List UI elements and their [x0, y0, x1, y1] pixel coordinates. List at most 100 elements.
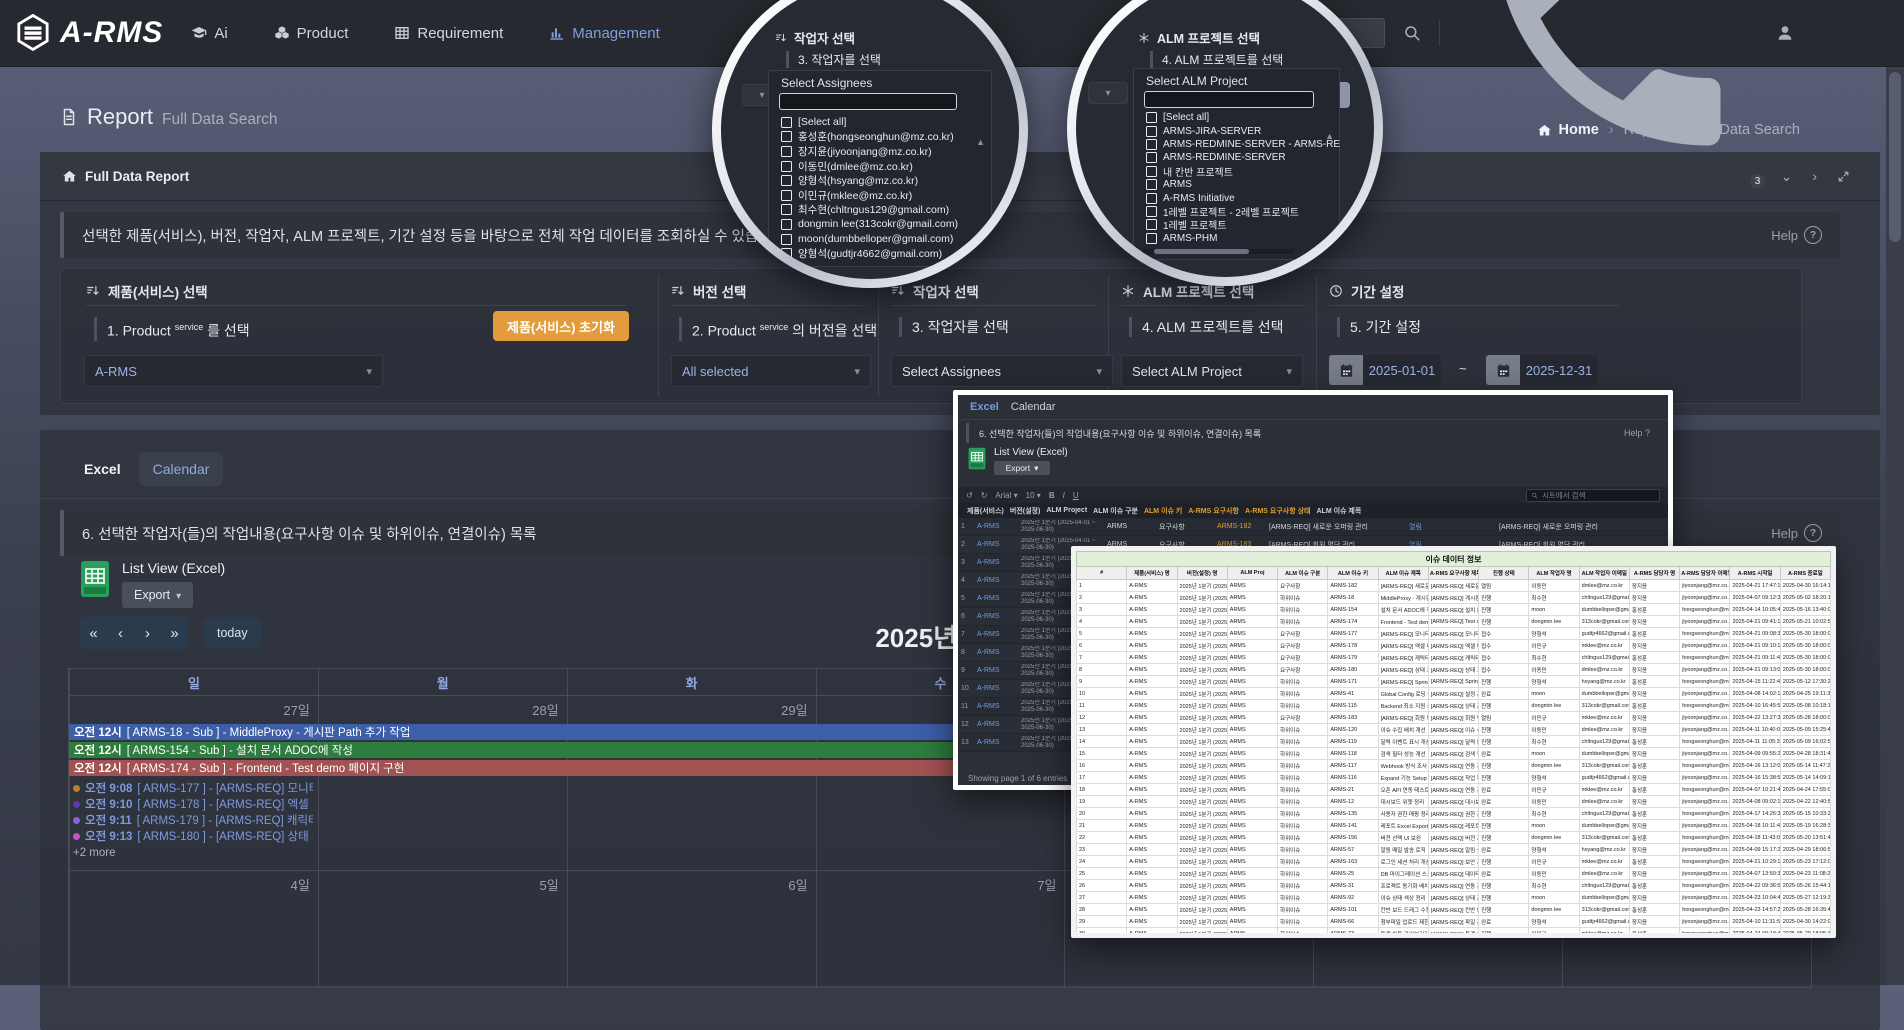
assignee-option[interactable]: 홍성훈(hongseonghun@mz.co.kr)	[781, 130, 958, 145]
scroll-up-icon[interactable]: ▲	[1325, 131, 1334, 141]
mini-help[interactable]: Help ?	[1624, 428, 1650, 438]
sheet-row[interactable]: 1A-RMS2025년 1분기 (2025-04-01 ~ 2025-06-30…	[1077, 580, 1831, 592]
assignee-option[interactable]: 장지윤(jiyoonjang@mz.co.kr)	[781, 144, 958, 159]
menu-item[interactable]: Ai	[191, 25, 227, 42]
sheet-row[interactable]: 6A-RMS2025년 1분기 (2025-04-01 ~ 2025-06-30…	[1077, 640, 1831, 652]
sheet-row[interactable]: 19A-RMS2025년 1분기 (2025-04-01 ~ 2025-06-3…	[1077, 796, 1831, 808]
calendar-event-item[interactable]: 오전 9:11 [ ARMS-179 ] - [ARMS-REQ] 캐릭터	[73, 812, 313, 828]
font-select[interactable]: Arial ▾	[995, 491, 1017, 500]
calendar-cell[interactable]: 7일	[816, 871, 1065, 987]
calendar-next-button[interactable]: ›	[134, 625, 161, 642]
help-button[interactable]: Help ?	[1771, 524, 1822, 542]
calendar-event-item[interactable]: 오전 9:08 [ ARMS-177 ] - [ARMS-REQ] 모니터링	[73, 780, 313, 796]
end-date-input[interactable]: 2025-12-31	[1486, 355, 1598, 385]
sheet-row[interactable]: 7A-RMS2025년 1분기 (2025-04-01 ~ 2025-06-30…	[1077, 652, 1831, 664]
alm-option[interactable]: A-RMS Initiative	[1146, 191, 1340, 204]
assignee-option[interactable]: 이동민(dmlee@mz.co.kr)	[781, 159, 958, 174]
sheet-row[interactable]: 25A-RMS2025년 1분기 (2025-04-01 ~ 2025-06-3…	[1077, 868, 1831, 880]
search-submit-icon[interactable]	[1403, 24, 1421, 42]
sheet-row[interactable]: 27A-RMS2025년 1분기 (2025-04-01 ~ 2025-06-3…	[1077, 892, 1831, 904]
calendar-first-button[interactable]: «	[80, 625, 107, 642]
today-button[interactable]: today	[204, 618, 261, 648]
assignee-option[interactable]: 이민규(mklee@mz.co.kr)	[781, 188, 958, 203]
alm-option[interactable]: 내 칸반 프로젝트	[1146, 165, 1340, 178]
expand-icon[interactable]	[1837, 170, 1850, 183]
menu-item[interactable]: Product	[274, 25, 349, 42]
alm-option[interactable]: ARMS-JIRA-SERVER	[1146, 124, 1340, 137]
sheet-row[interactable]: 17A-RMS2025년 1분기 (2025-04-01 ~ 2025-06-3…	[1077, 772, 1831, 784]
assignee-option[interactable]: moon(dumbbelloper@gmail.com)	[781, 232, 958, 247]
sheet-row[interactable]: 23A-RMS2025년 1분기 (2025-04-01 ~ 2025-06-3…	[1077, 844, 1831, 856]
alm-option[interactable]: [Select all]	[1146, 111, 1340, 124]
sheet-row[interactable]: 9A-RMS2025년 1분기 (2025-04-01 ~ 2025-06-30…	[1077, 676, 1831, 688]
alm-option[interactable]: ARMS-REDMINE-SERVER - ARMS-RE	[1146, 138, 1340, 151]
calendar-event-item[interactable]: 오전 9:10 [ ARMS-178 ] - [ARMS-REQ] 엑셀	[73, 796, 313, 812]
calendar-cell[interactable]: 29일	[567, 696, 816, 870]
calendar-cell[interactable]: 4일	[69, 871, 318, 987]
calendar-cell[interactable]: 28일	[318, 696, 567, 870]
page-scrollbar[interactable]	[1886, 66, 1904, 985]
redo-icon[interactable]: ↻	[981, 491, 988, 500]
sheet-row[interactable]: 18A-RMS2025년 1분기 (2025-04-01 ~ 2025-06-3…	[1077, 784, 1831, 796]
calendar-cell[interactable]: 5일	[318, 871, 567, 987]
sheet-row[interactable]: 30A-RMS2025년 1분기 (2025-04-01 ~ 2025-06-3…	[1077, 928, 1831, 939]
menu-item[interactable]: Management	[549, 25, 660, 42]
product-reset-button[interactable]: 제품(서비스) 초기화	[493, 311, 629, 341]
sheet-row[interactable]: 10A-RMS2025년 1분기 (2025-04-01 ~ 2025-06-3…	[1077, 688, 1831, 700]
assignee-select[interactable]: Select Assignees▾	[891, 355, 1113, 387]
sheet-row[interactable]: 12A-RMS2025년 1분기 (2025-04-01 ~ 2025-06-3…	[1077, 712, 1831, 724]
sheet-row[interactable]: 15A-RMS2025년 1분기 (2025-04-01 ~ 2025-06-3…	[1077, 748, 1831, 760]
scrollbar-thumb[interactable]	[1889, 72, 1901, 242]
sheet-row[interactable]: 29A-RMS2025년 1분기 (2025-04-01 ~ 2025-06-3…	[1077, 916, 1831, 928]
sheet-row[interactable]: 21A-RMS2025년 1분기 (2025-04-01 ~ 2025-06-3…	[1077, 820, 1831, 832]
sheet-row[interactable]: 26A-RMS2025년 1분기 (2025-04-01 ~ 2025-06-3…	[1077, 880, 1831, 892]
sheet-row[interactable]: 24A-RMS2025년 1분기 (2025-04-01 ~ 2025-06-3…	[1077, 856, 1831, 868]
sheet-row[interactable]: 28A-RMS2025년 1분기 (2025-04-01 ~ 2025-06-3…	[1077, 904, 1831, 916]
mini-table-row[interactable]: 1A-RMS2025년 1분기 (2025-04-01 ~ 2025-06-30…	[958, 518, 1668, 536]
sheet-row[interactable]: 22A-RMS2025년 1분기 (2025-04-01 ~ 2025-06-3…	[1077, 832, 1831, 844]
mini-tab-calendar[interactable]: Calendar	[1011, 401, 1056, 413]
scroll-up-icon[interactable]: ▲	[976, 137, 985, 147]
tab-excel[interactable]: Excel	[80, 453, 125, 485]
horizontal-scrollbar[interactable]	[1142, 249, 1294, 254]
bold-button[interactable]: B	[1049, 491, 1055, 500]
alm-option[interactable]: ARMS-REDMINE-SERVER	[1146, 151, 1340, 164]
assignee-option[interactable]: 양형석(gudtjr4662@gmail.com)	[781, 246, 958, 261]
sheet-row[interactable]: 8A-RMS2025년 1분기 (2025-04-01 ~ 2025-06-30…	[1077, 664, 1831, 676]
mini-export-button[interactable]: Export▾	[994, 461, 1050, 475]
export-button[interactable]: Export▾	[122, 582, 193, 608]
panel-next-button[interactable]: ›	[1812, 168, 1817, 184]
help-button[interactable]: Help ?	[1771, 226, 1822, 244]
assignee-option[interactable]: dongmin lee(313cokr@gmail.com)	[781, 217, 958, 232]
user-menu-button[interactable]	[1776, 24, 1794, 42]
assignee-option[interactable]: 최수현(chltngus129@gmail.com)	[781, 203, 958, 218]
mini-sheet-search[interactable]: 시트에서 검색	[1526, 489, 1660, 502]
sheet-row[interactable]: 11A-RMS2025년 1분기 (2025-04-01 ~ 2025-06-3…	[1077, 700, 1831, 712]
sheet-row[interactable]: 4A-RMS2025년 1분기 (2025-04-01 ~ 2025-06-30…	[1077, 616, 1831, 628]
italic-button[interactable]: I	[1063, 491, 1065, 500]
version-select[interactable]: All selected▾	[671, 355, 871, 387]
more-events-link[interactable]: +2 more	[73, 847, 313, 859]
sheet-row[interactable]: 13A-RMS2025년 1분기 (2025-04-01 ~ 2025-06-3…	[1077, 724, 1831, 736]
sheet-row[interactable]: 16A-RMS2025년 1분기 (2025-04-01 ~ 2025-06-3…	[1077, 760, 1831, 772]
app-logo[interactable]: A-RMS	[16, 14, 163, 52]
sheet-row[interactable]: 2A-RMS2025년 1분기 (2025-04-01 ~ 2025-06-30…	[1077, 592, 1831, 604]
undo-icon[interactable]: ↺	[966, 491, 973, 500]
notifications-button[interactable]: 3	[1458, 0, 1758, 183]
menu-item[interactable]: Requirement	[394, 25, 503, 42]
alm-option[interactable]: 1레벨 프로젝트	[1146, 218, 1340, 231]
start-date-input[interactable]: 2025-01-01	[1329, 355, 1441, 385]
assignee-option[interactable]: [Select all]	[781, 115, 958, 130]
sheet-row[interactable]: 20A-RMS2025년 1분기 (2025-04-01 ~ 2025-06-3…	[1077, 808, 1831, 820]
sheet-row[interactable]: 3A-RMS2025년 1분기 (2025-04-01 ~ 2025-06-30…	[1077, 604, 1831, 616]
alm-option[interactable]: ARMS-PHM	[1146, 232, 1340, 245]
calendar-cell[interactable]: 6일	[567, 871, 816, 987]
alm-collapsed-select[interactable]: ▾	[1088, 82, 1128, 104]
mini-tab-excel[interactable]: Excel	[970, 401, 999, 413]
tab-calendar[interactable]: Calendar	[139, 452, 224, 486]
assignee-filter-input[interactable]	[779, 93, 957, 110]
assignee-option[interactable]: 양형석(hsyang@mz.co.kr)	[781, 173, 958, 188]
sheet-row[interactable]: 5A-RMS2025년 1분기 (2025-04-01 ~ 2025-06-30…	[1077, 628, 1831, 640]
alm-project-select[interactable]: Select ALM Project▾	[1121, 355, 1303, 387]
product-select[interactable]: A-RMS▾	[84, 355, 383, 387]
